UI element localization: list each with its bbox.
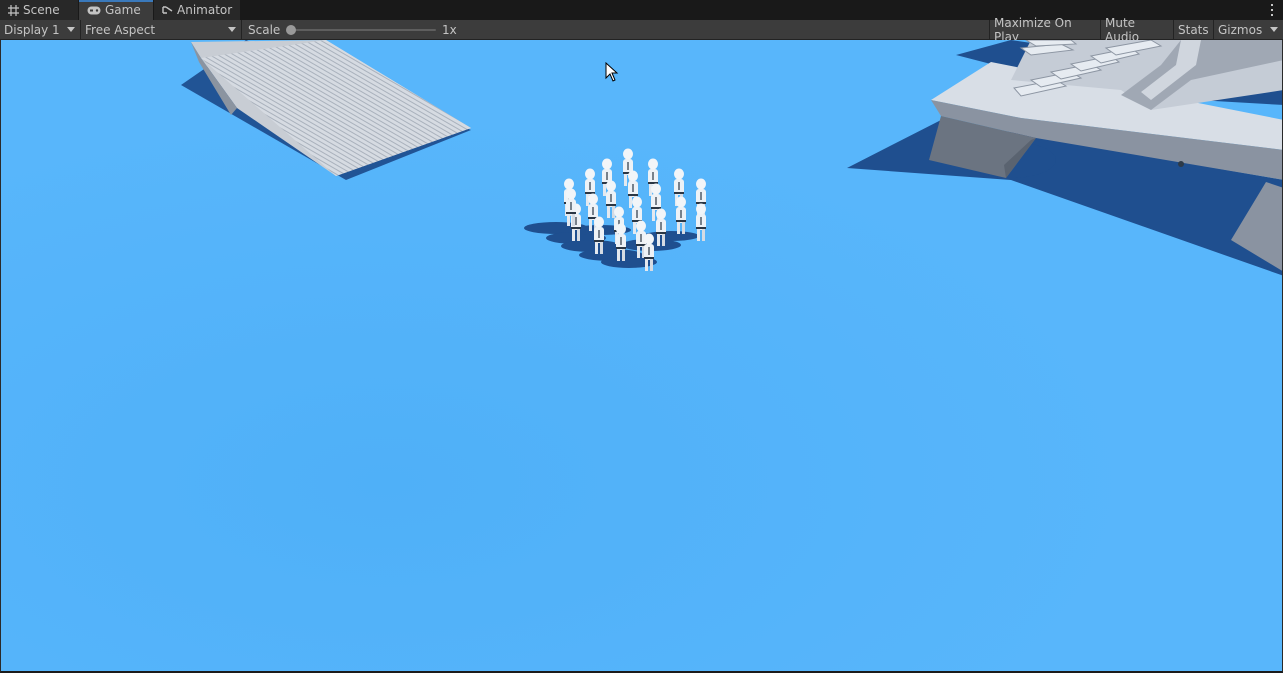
- tab-scene[interactable]: Scene: [0, 0, 78, 20]
- grid-icon: [8, 4, 19, 16]
- kebab-menu-icon[interactable]: [1269, 2, 1275, 18]
- gizmos-dropdown[interactable]: Gizmos: [1213, 20, 1283, 39]
- tab-game-label: Game: [105, 3, 141, 17]
- tab-animator[interactable]: Animator: [154, 0, 240, 20]
- chevron-down-icon: [67, 27, 75, 32]
- scale-slider-thumb[interactable]: [286, 25, 296, 35]
- aspect-dropdown-label: Free Aspect: [85, 22, 156, 37]
- scale-value: 1x: [442, 22, 457, 37]
- stats-button[interactable]: Stats: [1173, 20, 1213, 39]
- tab-game[interactable]: Game: [79, 0, 153, 20]
- maximize-on-play-button[interactable]: Maximize On Play: [989, 16, 1100, 44]
- aspect-dropdown[interactable]: Free Aspect: [81, 20, 242, 39]
- chevron-down-icon: [1270, 27, 1278, 32]
- scene-render: [1, 40, 1282, 671]
- game-viewport[interactable]: [0, 40, 1283, 673]
- scale-label: Scale: [248, 22, 281, 37]
- gamepad-icon: [87, 6, 101, 15]
- display-dropdown-label: Display 1: [4, 22, 60, 37]
- gizmos-label: Gizmos: [1218, 22, 1263, 37]
- display-dropdown[interactable]: Display 1: [0, 20, 81, 39]
- tab-animator-label: Animator: [177, 3, 233, 17]
- game-view-toolbar: Display 1 Free Aspect Scale 1x Maximize …: [0, 16, 1283, 44]
- scale-slider-track[interactable]: [291, 29, 436, 31]
- animator-icon: [162, 5, 173, 16]
- chevron-down-icon: [228, 27, 236, 32]
- mute-audio-button[interactable]: Mute Audio: [1100, 16, 1173, 44]
- tab-scene-label: Scene: [23, 3, 60, 17]
